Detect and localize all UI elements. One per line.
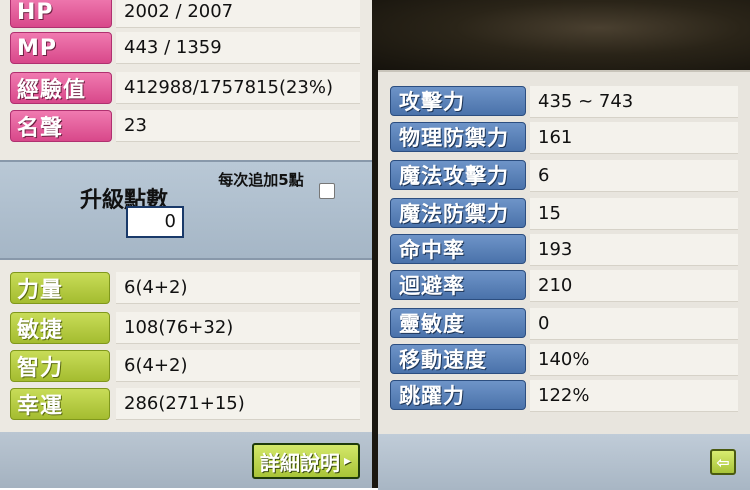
luk-value: 286(271+15) bbox=[116, 388, 360, 420]
exp-value: 412988/1757815(23%) bbox=[116, 72, 360, 104]
attack-value: 435 ~ 743 bbox=[530, 86, 738, 118]
dex-value: 108(76+32) bbox=[116, 312, 360, 344]
add5-label: 每次追加5點 bbox=[218, 171, 304, 189]
str-value: 6(4+2) bbox=[116, 272, 360, 304]
hp-label: HP bbox=[10, 0, 112, 28]
avoid-label: 迴避率 bbox=[390, 270, 526, 300]
int-label: 智力 bbox=[10, 350, 110, 382]
jump-value: 122% bbox=[530, 380, 738, 412]
stat-row-str: 力量 6(4+2) bbox=[0, 272, 372, 304]
detail-button[interactable]: 詳細說明 ▸ bbox=[252, 443, 360, 479]
magic-atk-value: 6 bbox=[530, 160, 738, 192]
fame-label: 名聲 bbox=[10, 110, 112, 142]
accuracy-value: 193 bbox=[530, 234, 738, 266]
stat-row-int: 智力 6(4+2) bbox=[0, 350, 372, 382]
magic-atk-label: 魔法攻擊力 bbox=[390, 160, 526, 190]
attack-label: 攻擊力 bbox=[390, 86, 526, 116]
stat-row-luk: 幸運 286(271+15) bbox=[0, 388, 372, 420]
str-label: 力量 bbox=[10, 272, 110, 304]
magic-def-label: 魔法防禦力 bbox=[390, 198, 526, 228]
ability-points-section: 升級點數 bbox=[0, 160, 372, 260]
dex-label: 敏捷 bbox=[10, 312, 110, 344]
mp-value: 443 / 1359 bbox=[116, 32, 360, 64]
magic-def-value: 15 bbox=[530, 198, 738, 230]
avoid-value: 210 bbox=[530, 270, 738, 302]
luk-label: 幸運 bbox=[10, 388, 110, 420]
hp-value: 2002 / 2007 bbox=[116, 0, 360, 28]
chevron-right-icon: ▸ bbox=[344, 453, 352, 469]
detail-button-label: 詳細說明 bbox=[260, 450, 340, 475]
hands-label: 靈敏度 bbox=[390, 308, 526, 338]
hands-value: 0 bbox=[530, 308, 738, 340]
accuracy-label: 命中率 bbox=[390, 234, 526, 264]
detail-window-footer bbox=[378, 434, 750, 490]
stat-row-mp: MP 443 / 1359 bbox=[0, 32, 372, 64]
mp-label: MP bbox=[10, 32, 112, 64]
stat-row-fame: 名聲 23 bbox=[0, 110, 372, 142]
back-arrow-icon[interactable]: ⇦ bbox=[710, 449, 736, 475]
stat-row-hp: HP 2002 / 2007 bbox=[0, 0, 372, 28]
jump-label: 跳躍力 bbox=[390, 380, 526, 410]
int-value: 6(4+2) bbox=[116, 350, 360, 382]
stat-window: HP 2002 / 2007 MP 443 / 1359 經驗值 412988/… bbox=[0, 0, 372, 488]
add5-checkbox[interactable] bbox=[319, 183, 335, 199]
weapon-def-label: 物理防禦力 bbox=[390, 122, 526, 152]
exp-label: 經驗值 bbox=[10, 72, 112, 104]
stat-row-dex: 敏捷 108(76+32) bbox=[0, 312, 372, 344]
weapon-def-value: 161 bbox=[530, 122, 738, 154]
ability-points-input[interactable]: 0 bbox=[126, 206, 184, 238]
game-background bbox=[372, 0, 750, 70]
stat-row-exp: 經驗值 412988/1757815(23%) bbox=[0, 72, 372, 104]
fame-value: 23 bbox=[116, 110, 360, 142]
detail-window: 攻擊力 435 ~ 743 物理防禦力 161 魔法攻擊力 6 魔法防禦力 15… bbox=[378, 70, 750, 490]
speed-value: 140% bbox=[530, 344, 738, 376]
speed-label: 移動速度 bbox=[390, 344, 526, 374]
